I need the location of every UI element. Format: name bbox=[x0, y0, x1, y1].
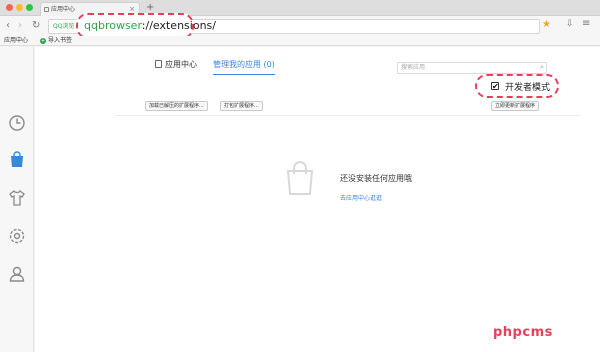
developer-mode-checkbox[interactable]: ✔ bbox=[491, 82, 499, 91]
tab-app-center[interactable]: 应用中心 bbox=[155, 59, 197, 70]
reload-button[interactable]: ↻ bbox=[32, 19, 40, 33]
bookmark-import-label: 导入书签 bbox=[48, 37, 73, 44]
watermark: phpcms bbox=[493, 325, 553, 340]
tab-title: 应用中心 bbox=[51, 6, 76, 13]
site-label: QQ浏览 bbox=[53, 23, 75, 30]
menu-icon[interactable]: ≡ bbox=[582, 18, 590, 29]
user-icon[interactable] bbox=[7, 264, 27, 284]
search-placeholder: 搜索应用 bbox=[401, 64, 426, 71]
minimize-window-button[interactable] bbox=[16, 4, 23, 11]
shirt-icon[interactable] bbox=[7, 188, 27, 208]
bag-icon[interactable] bbox=[7, 150, 27, 170]
divider bbox=[115, 115, 580, 116]
url-path: ://extensions/ bbox=[141, 19, 216, 32]
zoom-window-button[interactable] bbox=[26, 4, 33, 11]
pack-extension-button[interactable]: 打包扩展程序... bbox=[220, 101, 263, 111]
go-app-center-link[interactable]: 去应用中心逛逛 bbox=[340, 193, 382, 202]
empty-state-message: 还没安装任何应用哦 bbox=[340, 174, 412, 183]
load-unpacked-button[interactable]: 加载已解压的扩展程序... bbox=[145, 101, 208, 111]
back-button[interactable]: ‹ bbox=[6, 19, 10, 33]
search-input[interactable]: 搜索应用 ⌕ bbox=[397, 62, 547, 74]
empty-bag-icon bbox=[285, 160, 315, 196]
tab-app-center-label: 应用中心 bbox=[165, 60, 197, 69]
url-scheme: qqbrowser bbox=[84, 19, 142, 32]
bookmark-star-icon[interactable]: ★ bbox=[542, 19, 551, 30]
search-icon[interactable]: ⌕ bbox=[540, 62, 544, 72]
tab-favicon-icon bbox=[44, 7, 49, 12]
update-extensions-button[interactable]: 立即更新扩展程序 bbox=[491, 101, 540, 111]
close-window-button[interactable] bbox=[6, 4, 13, 11]
browser-window: 应用中心 × + ‹ › ↻ QQ浏览 qqbrowser://extensio… bbox=[0, 0, 600, 352]
clock-icon[interactable] bbox=[7, 113, 27, 133]
download-icon[interactable]: ⇩ bbox=[566, 19, 574, 29]
bag-outline-icon bbox=[155, 60, 162, 68]
developer-mode-label: 开发者模式 bbox=[505, 83, 551, 93]
developer-mode-toggle[interactable]: ✔ 开发者模式 bbox=[475, 74, 559, 98]
sidebar bbox=[0, 47, 34, 352]
bookmark-app-center[interactable]: 应用中心 bbox=[4, 36, 28, 46]
gear-icon[interactable] bbox=[7, 226, 27, 246]
bookmark-bar: 应用中心 + 导入书签 bbox=[0, 36, 600, 46]
bookmark-import[interactable]: + 导入书签 bbox=[40, 36, 72, 46]
main-panel: 应用中心 管理我的应用 (0) 搜索应用 ⌕ ✔ 开发者模式 加载已解压的扩展程… bbox=[35, 47, 600, 352]
import-plus-icon: + bbox=[40, 38, 46, 44]
forward-button[interactable]: › bbox=[18, 19, 22, 33]
tab-manage-apps[interactable]: 管理我的应用 (0) bbox=[213, 59, 275, 75]
